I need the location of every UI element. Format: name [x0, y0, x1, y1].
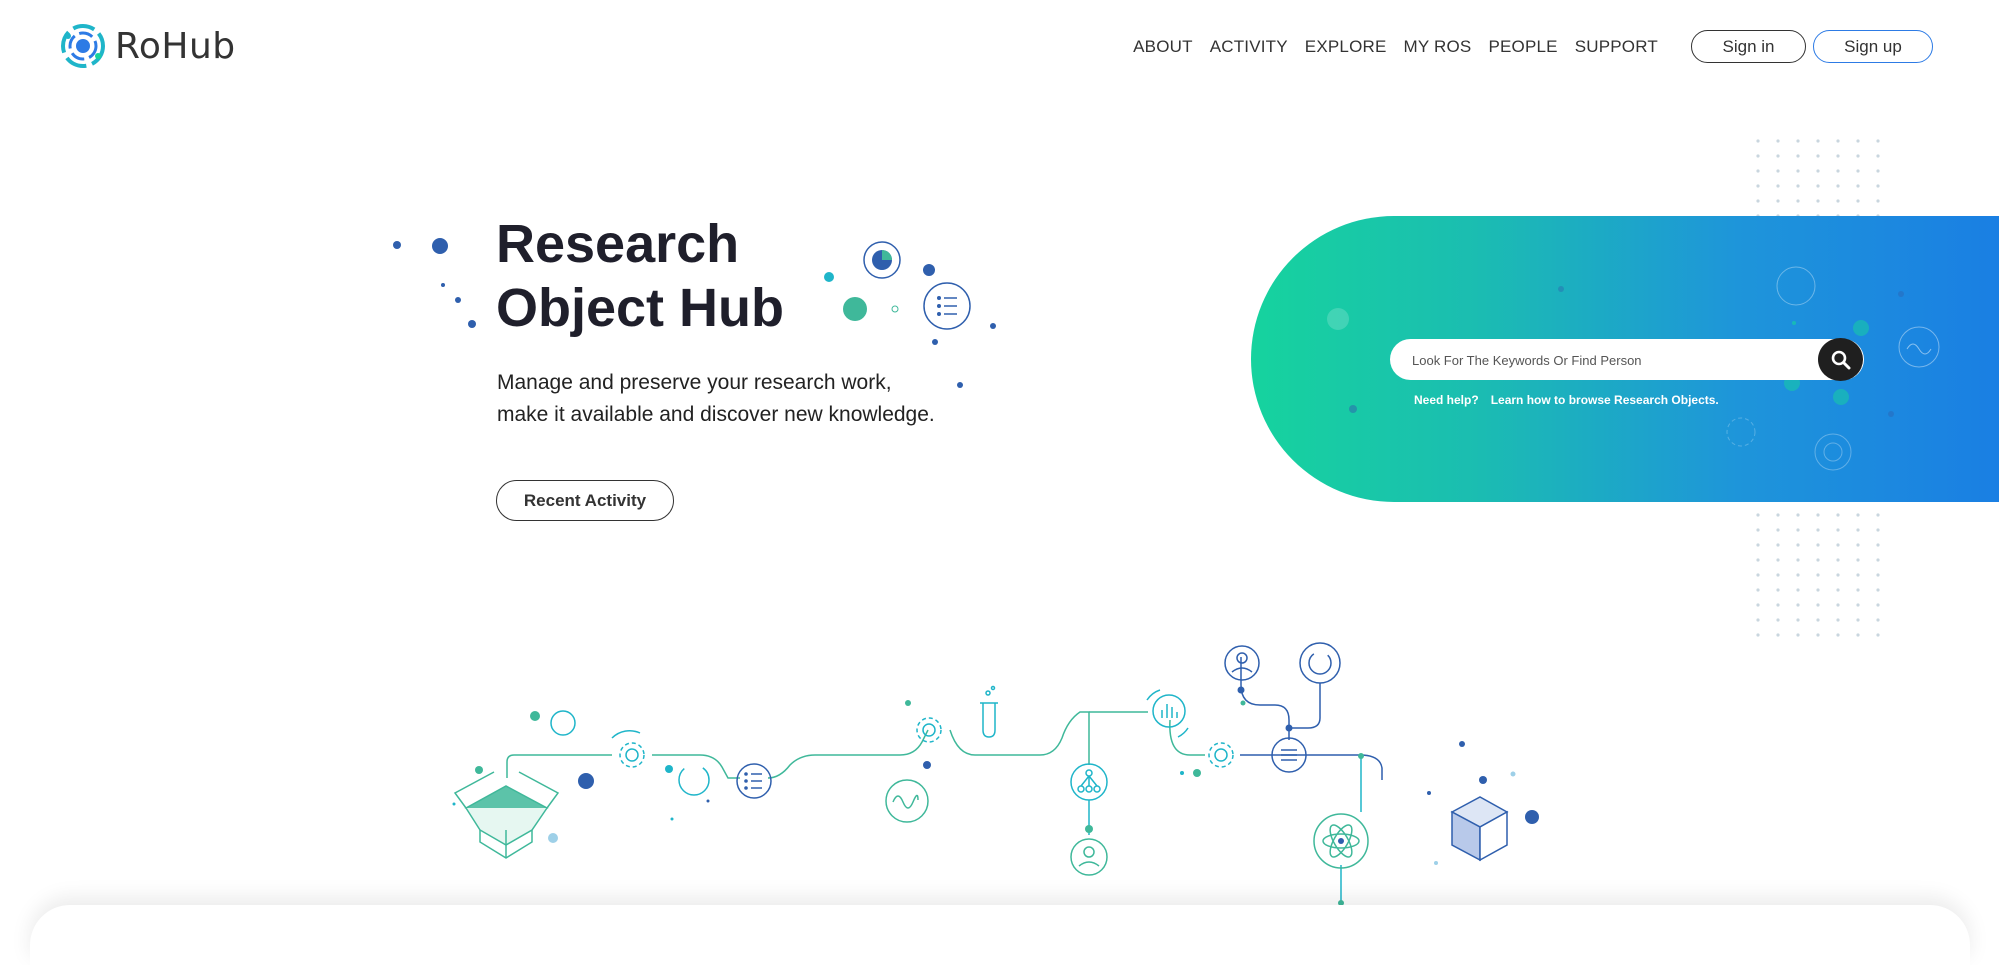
- help-label: Need help?: [1414, 393, 1479, 407]
- search-help: Need help? Learn how to browse Research …: [1414, 393, 1719, 407]
- nav-my-ros[interactable]: MY ROS: [1404, 37, 1472, 57]
- content-card-edge: [30, 905, 1970, 965]
- dot-grid-bottom: [1755, 512, 1885, 647]
- nav-support[interactable]: SUPPORT: [1575, 37, 1658, 57]
- rohub-logo-icon: [59, 22, 107, 70]
- nav-about[interactable]: ABOUT: [1133, 37, 1193, 57]
- search-box: [1390, 339, 1864, 382]
- nav-explore[interactable]: EXPLORE: [1305, 37, 1387, 57]
- workflow-illustration: [452, 642, 1539, 940]
- nav-activity[interactable]: ACTIVITY: [1210, 37, 1288, 57]
- hero-dots-decoration: [393, 238, 476, 328]
- logo-text: RoHub: [115, 25, 236, 67]
- browse-help-link[interactable]: Learn how to browse Research Objects.: [1491, 393, 1719, 407]
- dot-grid-top: [1755, 138, 1885, 218]
- nav-people[interactable]: PEOPLE: [1488, 37, 1557, 57]
- page-title: Research Object Hub: [496, 214, 785, 338]
- search-input[interactable]: [1410, 339, 1814, 382]
- main-nav: ABOUT ACTIVITY EXPLORE MY ROS PEOPLE SUP…: [1133, 37, 1658, 57]
- search-button[interactable]: [1818, 338, 1863, 381]
- sign-in-button[interactable]: Sign in: [1691, 30, 1806, 63]
- sign-up-button[interactable]: Sign up: [1813, 30, 1933, 63]
- rohub-logo[interactable]: RoHub: [59, 22, 236, 70]
- recent-activity-button[interactable]: Recent Activity: [496, 480, 674, 521]
- search-icon: [1831, 350, 1851, 370]
- hero-icons-decoration: [824, 241, 996, 388]
